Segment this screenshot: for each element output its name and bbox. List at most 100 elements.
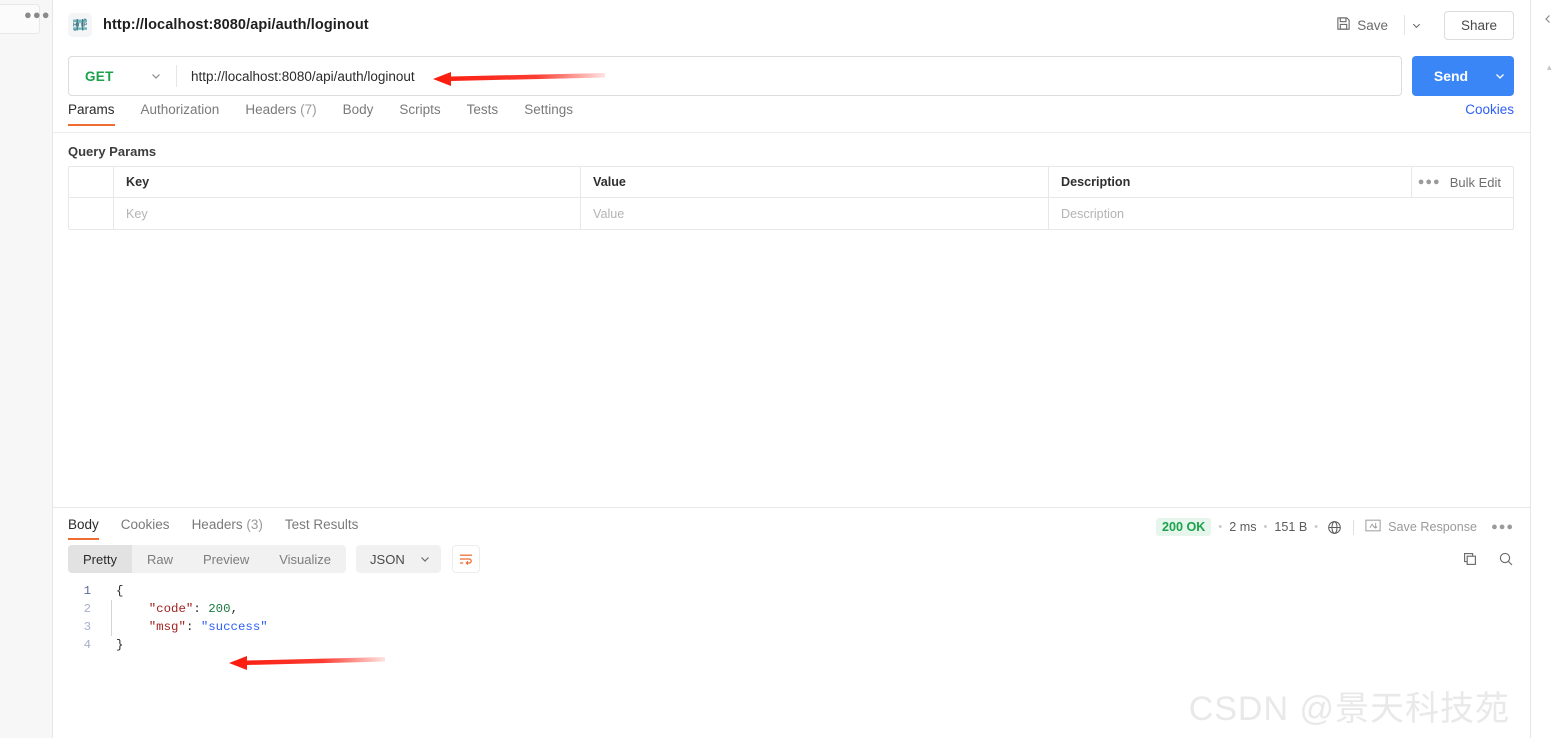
column-header-description: Description [1061,175,1131,189]
fold-gutter [111,600,119,618]
response-tab-cookies-label: Cookies [120,517,170,532]
response-more-icon[interactable]: ●●● [1491,522,1514,533]
search-icon[interactable] [1498,551,1514,567]
titlebar-actions: Save Share [1328,10,1514,40]
code-line: 2 "code" : 200 , [68,600,1530,618]
tab-settings-label: Settings [524,102,573,117]
row-checkbox-cell[interactable] [69,198,114,229]
meta-separator-dot-3: • [1314,521,1319,533]
bulk-edit-area: ●●● Bulk Edit [1411,167,1513,197]
response-tab-body[interactable]: Body [68,517,99,540]
save-label: Save [1357,17,1388,33]
bulk-edit-button[interactable]: Bulk Edit [1450,175,1501,190]
tab-scripts-label: Scripts [399,102,441,117]
response-tab-headers-label: Headers [191,517,243,532]
tab-params-label: Params [68,102,115,117]
fold-gutter [111,618,119,636]
save-response-label: Save Response [1388,520,1478,534]
chevron-down-icon [420,557,429,562]
table-row: Key Value Description [69,198,1513,229]
url-bar: GET [68,56,1402,96]
code-token-string: "success" [200,620,268,634]
save-response-icon [1365,519,1381,535]
send-options-button[interactable] [1486,56,1514,96]
svg-text:HTTP: HTTP [73,23,87,29]
response-language-select[interactable]: JSON [356,545,441,573]
wrap-lines-button[interactable] [451,545,480,573]
code-token-colon: : [185,620,201,634]
save-response-button[interactable]: Save Response [1365,519,1477,535]
main-content: HTTP http://localhost:8080/api/auth/logi… [53,0,1530,738]
save-options-button[interactable] [1403,15,1430,35]
fold-gutter [108,582,116,600]
code-token-key: "code" [148,602,194,616]
response-size: 151 B [1274,520,1308,534]
status-badge: 200 OK [1155,518,1212,536]
query-params-title: Query Params [68,144,157,159]
tab-authorization[interactable]: Authorization [141,102,220,125]
request-tabs: Params Authorization Headers (7) Body Sc… [53,102,1530,133]
chevron-down-icon [1412,23,1421,28]
right-sidebar: ▴ [1530,0,1566,738]
meta-separator-dot-2: • [1263,521,1268,533]
view-pretty-button[interactable]: Pretty [68,545,132,573]
response-tab-headers[interactable]: Headers (3) [192,517,263,539]
cookies-link[interactable]: Cookies [1465,102,1514,117]
tab-params[interactable]: Params [68,102,115,126]
share-button[interactable]: Share [1443,10,1514,40]
left-sidebar: ●●● [0,0,53,738]
send-button[interactable]: Send [1412,56,1514,96]
http-protocol-icon: HTTP [68,13,92,37]
query-params-table: Key Value Description ●●● Bulk Edit Key … [68,166,1514,230]
response-time: 2 ms [1229,520,1257,534]
line-number: 2 [83,602,91,616]
response-tab-test-results[interactable]: Test Results [285,517,359,539]
http-method-label: GET [85,68,114,84]
tab-body-label: Body [342,102,374,117]
params-more-icon[interactable]: ●●● [1418,177,1441,188]
http-method-select[interactable]: GET [69,57,176,95]
save-button[interactable]: Save [1328,11,1396,39]
meta-separator-dot-1: • [1218,521,1223,533]
chevron-left-icon[interactable] [1542,12,1554,30]
response-body-code[interactable]: 1 { 2 "code" : 200 , 3 "msg": "success"… [53,582,1530,654]
view-raw-button[interactable]: Raw [132,545,188,573]
view-visualize-button[interactable]: Visualize [264,545,346,573]
param-value-input[interactable]: Value [581,198,1049,229]
code-token-number: 200 [208,602,231,616]
tab-settings[interactable]: Settings [524,102,573,125]
copy-icon[interactable] [1462,551,1478,567]
url-input[interactable] [177,57,1401,95]
tab-headers[interactable]: Headers (7) [245,102,316,125]
view-preview-button[interactable]: Preview [188,545,264,573]
column-header-key: Key [114,167,581,197]
right-rail-marker: ▴ [1547,62,1552,72]
tab-scripts[interactable]: Scripts [399,102,440,125]
tab-tests[interactable]: Tests [467,102,499,125]
floppy-disk-icon [1336,16,1351,34]
request-title: http://localhost:8080/api/auth/loginout [103,17,369,33]
sidebar-more-menu-icon[interactable]: ●●● [24,8,51,21]
line-number: 3 [83,620,91,634]
wrap-lines-icon [459,554,472,566]
param-key-input[interactable]: Key [114,198,581,229]
globe-icon[interactable] [1327,520,1342,535]
response-tab-headers-count: (3) [246,517,263,532]
response-body-actions [1462,551,1514,567]
chevron-down-icon [1496,74,1504,79]
meta-divider [1353,519,1355,535]
line-number: 4 [83,638,91,652]
response-tab-cookies[interactable]: Cookies [121,517,170,539]
fold-gutter [108,636,116,654]
param-description-input[interactable]: Description [1049,198,1513,229]
response-view-switcher: Pretty Raw Preview Visualize [68,545,347,573]
response-tab-body-label: Body [68,517,99,532]
chevron-down-icon [152,74,160,79]
code-line: 3 "msg" : "success" [68,618,1530,636]
tab-body[interactable]: Body [343,102,374,125]
header-checkbox-cell [69,167,114,197]
response-meta: 200 OK • 2 ms • 151 B • Save Response ●●… [1155,517,1514,536]
send-label: Send [1433,68,1469,84]
code-token-colon: : [193,602,209,616]
